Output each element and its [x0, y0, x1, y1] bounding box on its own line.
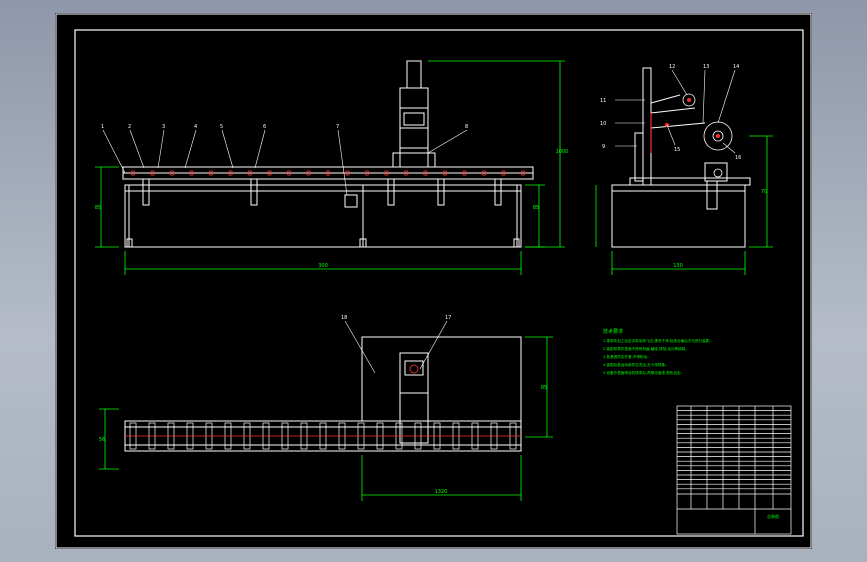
- leader-8: 8: [465, 124, 468, 130]
- base-frame: [124, 184, 522, 248]
- leader-11: 11: [600, 98, 606, 104]
- leader-15: 15: [674, 147, 680, 153]
- drawing-sheet: 300 85 85 1000 1 2 3 4 5 6 7 8 130 70 11…: [55, 13, 812, 549]
- top-dim-width: 1320: [435, 489, 448, 495]
- tech-notes-title: 技术要求: [603, 328, 623, 335]
- side-base: [611, 184, 746, 248]
- tech-note-line: 2.装配前零件表面不得有划痕,磕碰,锈蚀,油污等缺陷。: [603, 346, 689, 351]
- leader-9: 9: [602, 144, 605, 150]
- side-view: [611, 67, 751, 248]
- front-view-dimensions: [95, 60, 565, 275]
- leader-14: 14: [733, 64, 739, 70]
- outer-frame: [55, 13, 812, 549]
- assembly-drawing: 300 85 85 1000 1 2 3 4 5 6 7 8 130 70 11…: [55, 13, 812, 549]
- top-dim-height-right: 85: [541, 385, 547, 391]
- leader-16: 16: [735, 155, 741, 161]
- tech-note-line: 4.装配后各运动部件应灵活,无卡滞现象。: [603, 362, 669, 367]
- leader-12: 12: [669, 64, 675, 70]
- leader-10: 10: [600, 121, 606, 127]
- tech-note-line: 3.各紧固件应拧紧,不得松动。: [603, 354, 651, 359]
- front-dim-height-left: 85: [95, 205, 101, 211]
- leader-7: 7: [336, 124, 339, 130]
- front-dim-height-right: 85: [533, 205, 539, 211]
- tech-note-line: 1.零部件加工后应去除毛刺飞边,清洗干净,检查合格后方可进行装配。: [603, 338, 713, 343]
- top-view: [124, 336, 522, 452]
- tech-notes: 技术要求 1.零部件加工后应去除毛刺飞边,清洗干净,检查合格后方可进行装配。 2…: [603, 328, 713, 375]
- top-view-dimensions: [99, 336, 553, 501]
- drive-motor: [344, 194, 358, 208]
- leader-18: 18: [341, 315, 347, 321]
- top-workbench: [361, 336, 522, 422]
- side-column: [642, 67, 652, 186]
- side-view-highlights: [650, 93, 733, 178]
- leader-17: 17: [445, 315, 451, 321]
- leader-4: 4: [194, 124, 197, 130]
- side-dim-height: 70: [761, 189, 767, 195]
- drawing-name: 总装图: [767, 513, 779, 519]
- leader-3: 3: [162, 124, 165, 130]
- top-press-marker: [409, 364, 419, 374]
- top-leaders: [344, 320, 448, 374]
- front-dim-top: 1000: [556, 149, 569, 155]
- leader-13: 13: [703, 64, 709, 70]
- inner-frame: [74, 29, 804, 537]
- leader-6: 6: [263, 124, 266, 130]
- leader-1: 1: [101, 124, 104, 130]
- front-dim-width: 300: [318, 263, 328, 269]
- cad-viewport[interactable]: 300 85 85 1000 1 2 3 4 5 6 7 8 130 70 11…: [0, 0, 867, 562]
- front-view: [122, 60, 534, 248]
- top-dim-height-left: 56: [99, 437, 105, 443]
- leader-2: 2: [128, 124, 131, 130]
- side-dim-width: 130: [673, 263, 683, 269]
- side-view-dimensions: [595, 135, 773, 275]
- leader-5: 5: [220, 124, 223, 130]
- top-press-head: [399, 352, 429, 444]
- press-cylinder: [406, 60, 422, 89]
- tech-note-line: 5.设备外表面喷涂防锈漆后,再喷涂面漆,颜色自定。: [603, 370, 684, 375]
